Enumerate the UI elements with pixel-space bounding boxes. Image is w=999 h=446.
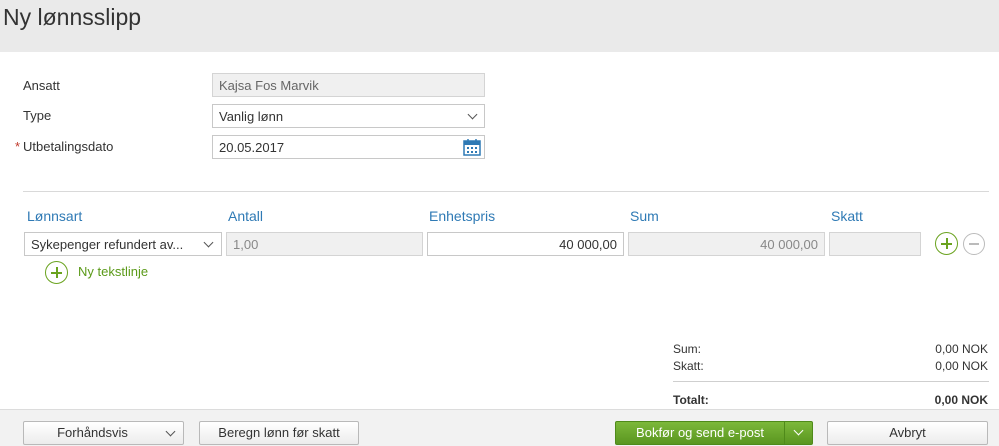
wage-type-value: Sykepenger refundert av... (31, 237, 184, 252)
preview-button-label: Forhåndsvis (57, 425, 128, 440)
quantity-field: 1,00 (226, 232, 423, 256)
type-select-value: Vanlig lønn (219, 109, 284, 124)
summary-tax-value: 0,00 NOK (935, 359, 988, 373)
type-label: Type (23, 108, 52, 123)
tax-field (829, 232, 921, 256)
col-head-wage-type: Lønnsart (27, 208, 83, 224)
post-options-toggle[interactable] (784, 422, 812, 444)
summary-sum-value: 0,00 NOK (935, 342, 988, 356)
summary-total-value: 0,00 NOK (934, 393, 988, 407)
section-divider (23, 191, 989, 192)
employee-label: Ansatt (23, 78, 60, 93)
calendar-icon[interactable] (463, 138, 481, 156)
col-head-sum: Sum (630, 208, 659, 224)
summary-total-label: Totalt: (673, 393, 709, 407)
employee-field: Kajsa Fos Marvik (212, 73, 485, 97)
sum-field: 40 000,00 (628, 232, 825, 256)
add-text-line-button[interactable] (45, 261, 68, 284)
chevron-down-icon (793, 425, 804, 436)
payment-date-value: 20.05.2017 (219, 140, 285, 155)
add-row-button[interactable] (935, 232, 958, 255)
chevron-down-icon (165, 426, 176, 437)
col-head-quantity: Antall (228, 208, 264, 224)
post-and-email-label: Bokfør og send e-post (636, 425, 764, 440)
type-select[interactable]: Vanlig lønn (212, 104, 485, 128)
col-head-tax: Skatt (831, 208, 863, 224)
col-head-unit-price: Enhetspris (429, 208, 496, 224)
chevron-down-icon (467, 109, 478, 120)
payment-date-input[interactable]: 20.05.2017 (212, 135, 485, 159)
calculate-button[interactable]: Beregn lønn før skatt (199, 421, 359, 445)
add-text-line-link[interactable]: Ny tekstlinje (78, 264, 148, 279)
page-header: Ny lønnsslipp (0, 0, 999, 52)
required-marker: * (15, 139, 21, 154)
unit-price-input[interactable]: 40 000,00 (427, 232, 624, 256)
preview-button[interactable]: Forhåndsvis (23, 421, 184, 445)
summary-sum-label: Sum: (673, 342, 702, 356)
post-and-email-button[interactable]: Bokfør og send e-post (615, 421, 813, 445)
chevron-down-icon (203, 237, 214, 248)
summary-tax-label: Skatt: (673, 359, 704, 373)
page-title: Ny lønnsslipp (3, 4, 142, 30)
remove-row-button[interactable] (963, 233, 985, 255)
payment-date-label: Utbetalingsdato (23, 139, 114, 154)
summary-divider (673, 381, 989, 382)
minus-icon (969, 243, 979, 245)
wage-type-select[interactable]: Sykepenger refundert av... (24, 232, 222, 256)
cancel-button[interactable]: Avbryt (827, 421, 988, 445)
